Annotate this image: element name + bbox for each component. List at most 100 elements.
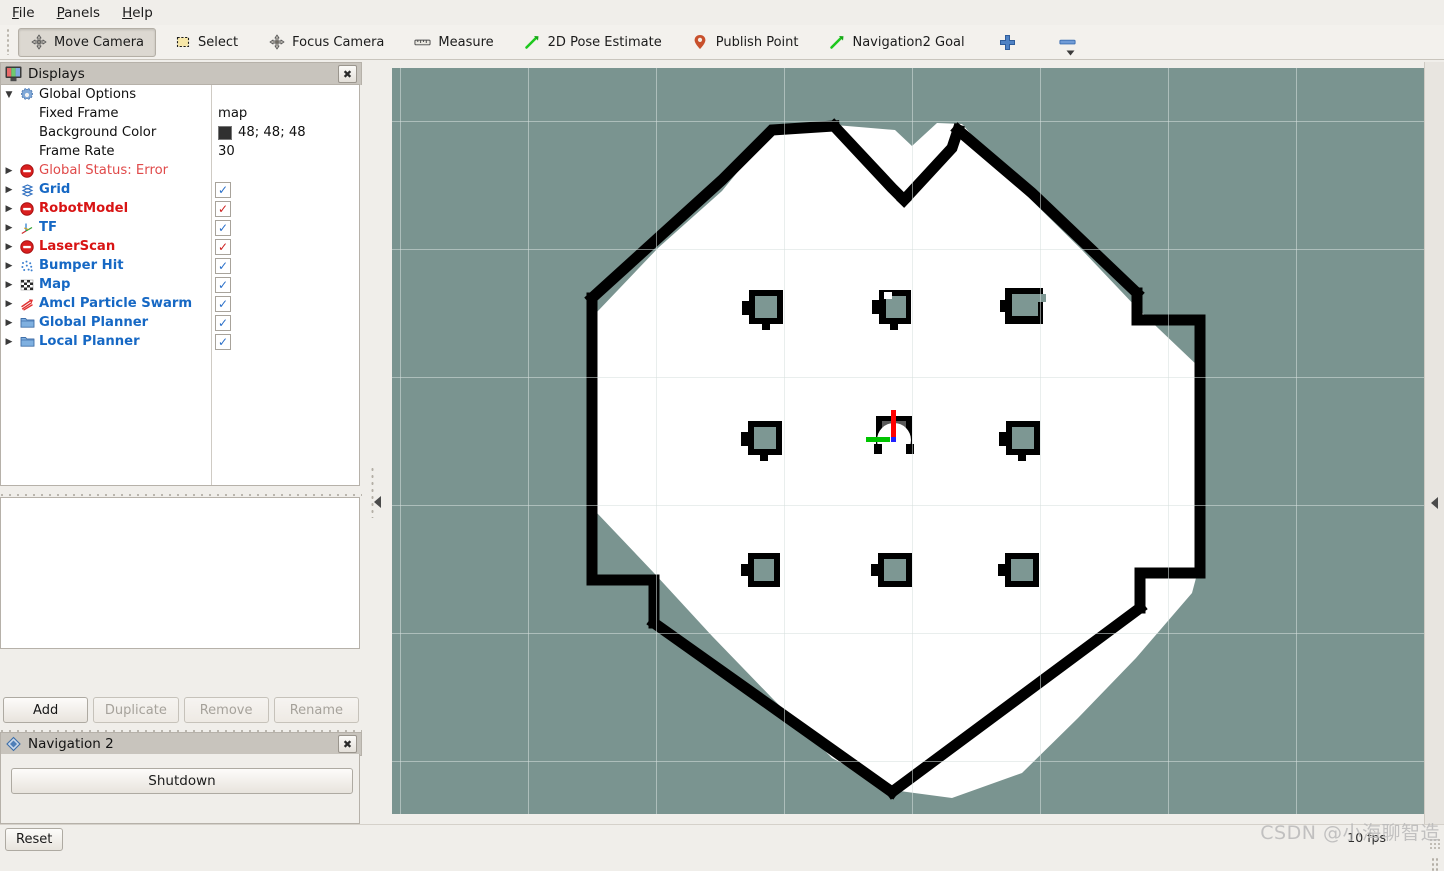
resize-grip[interactable] xyxy=(1429,838,1441,850)
tool-focus-camera[interactable]: Focus Camera xyxy=(256,28,396,57)
add-tool-button[interactable] xyxy=(990,28,1025,57)
chevron-right-icon[interactable] xyxy=(1,280,17,290)
focus-camera-icon xyxy=(268,34,285,51)
color-swatch[interactable] xyxy=(218,125,232,140)
rename-button[interactable]: Rename xyxy=(273,697,359,723)
chevron-right-icon[interactable] xyxy=(1,204,17,214)
tree-row-bumper-hit[interactable]: Bumper Hit ✓ xyxy=(1,256,359,275)
tree-row-background-color[interactable]: Background Color 48; 48; 48 xyxy=(1,123,359,142)
duplicate-button[interactable]: Duplicate xyxy=(93,697,179,723)
fps-indicator: 10 fps xyxy=(1347,830,1386,845)
tree-row-label: Global Planner xyxy=(39,315,149,330)
reset-button[interactable]: Reset xyxy=(5,828,64,851)
chevron-right-icon[interactable] xyxy=(1,261,17,271)
chevron-right-icon[interactable] xyxy=(1,318,17,328)
right-dock-splitter[interactable] xyxy=(1424,62,1444,871)
collapse-right-arrow-icon[interactable] xyxy=(1431,497,1438,509)
chevron-right-icon[interactable] xyxy=(1,223,17,233)
tool-measure[interactable]: Measure xyxy=(402,28,505,57)
tree-row-global-options[interactable]: Global Options xyxy=(1,85,359,104)
remove-button[interactable]: Remove xyxy=(183,697,269,723)
monitor-icon xyxy=(5,66,22,82)
map-grid-icon xyxy=(17,278,37,292)
tree-row-label: Grid xyxy=(39,182,71,197)
toolbar-drag-grip[interactable] xyxy=(4,29,13,55)
tree-row-frame-rate[interactable]: Frame Rate 30 xyxy=(1,142,359,161)
tree-row-map[interactable]: Map ✓ xyxy=(1,275,359,294)
tree-row-fixed-frame[interactable]: Fixed Frame map xyxy=(1,104,359,123)
tree-row-label: Background Color xyxy=(39,125,157,140)
chevron-down-icon[interactable] xyxy=(1,90,17,100)
tree-row-laserscan[interactable]: LaserScan ✓ xyxy=(1,237,359,256)
tool-select[interactable]: Select xyxy=(162,28,250,57)
bumper-hit-checkbox[interactable]: ✓ xyxy=(215,258,231,274)
axes-icon xyxy=(17,221,37,235)
collapse-left-arrow-icon[interactable] xyxy=(374,496,381,508)
tree-row-label: Frame Rate xyxy=(39,144,115,159)
shutdown-button[interactable]: Shutdown xyxy=(11,768,353,794)
chevron-right-icon[interactable] xyxy=(1,337,17,347)
error-icon xyxy=(17,239,37,254)
fixed-frame-value[interactable]: map xyxy=(218,104,247,123)
error-icon xyxy=(17,163,37,178)
render-viewport-3d[interactable] xyxy=(392,68,1424,814)
tree-row-amcl-particle-swarm[interactable]: Amcl Particle Swarm ✓ xyxy=(1,294,359,313)
tool-2d-pose-estimate[interactable]: 2D Pose Estimate xyxy=(512,28,674,57)
displays-tree[interactable]: Global Options Fixed Frame map Backgroun… xyxy=(0,84,360,486)
map-free-space xyxy=(592,123,1203,798)
rviz2-window: FFileile Panels Help Move Camera Select xyxy=(0,0,1444,871)
nav2-horizontal-splitter[interactable] xyxy=(0,724,362,732)
tool-move-camera[interactable]: Move Camera xyxy=(18,27,157,57)
menu-file[interactable]: FFileile xyxy=(2,3,45,23)
tree-row-local-planner[interactable]: Local Planner ✓ xyxy=(1,332,359,351)
tree-row-label: Global Status: Error xyxy=(39,163,169,178)
add-button[interactable]: Add xyxy=(3,697,89,723)
laserscan-checkbox[interactable]: ✓ xyxy=(215,239,231,255)
close-icon[interactable]: ✖ xyxy=(338,735,357,753)
background-color-value[interactable]: 48; 48; 48 xyxy=(218,123,306,142)
tool-label: Navigation2 Goal xyxy=(852,34,965,50)
pointcloud-icon xyxy=(17,259,37,273)
displays-horizontal-splitter[interactable] xyxy=(0,488,362,497)
tree-row-global-planner[interactable]: Global Planner ✓ xyxy=(1,313,359,332)
grid-icon xyxy=(17,183,37,197)
dock-splitter-handle[interactable] xyxy=(364,62,390,824)
gear-icon xyxy=(17,87,37,102)
frame-rate-value[interactable]: 30 xyxy=(218,142,235,161)
tf-checkbox[interactable]: ✓ xyxy=(215,220,231,236)
menu-help[interactable]: Help xyxy=(112,3,163,23)
tool-label: Measure xyxy=(438,34,494,50)
close-icon[interactable]: ✖ xyxy=(338,65,357,83)
plus-icon xyxy=(999,34,1016,51)
chevron-down-icon[interactable] xyxy=(1066,45,1075,60)
robotmodel-checkbox[interactable]: ✓ xyxy=(215,201,231,217)
tree-row-label: Bumper Hit xyxy=(39,258,124,273)
amcl-particle-swarm-checkbox[interactable]: ✓ xyxy=(215,296,231,312)
chevron-right-icon[interactable] xyxy=(1,299,17,309)
map-checkbox[interactable]: ✓ xyxy=(215,277,231,293)
menu-panels[interactable]: Panels xyxy=(47,3,110,23)
local-planner-checkbox[interactable]: ✓ xyxy=(215,334,231,350)
background-color-text: 48; 48; 48 xyxy=(238,125,306,140)
displays-panel-title: Displays xyxy=(28,66,85,82)
tree-row-global-status[interactable]: Global Status: Error xyxy=(1,161,359,180)
pose-arrow-icon xyxy=(828,34,845,51)
tree-row-label: Local Planner xyxy=(39,334,140,349)
global-planner-checkbox[interactable]: ✓ xyxy=(215,315,231,331)
measure-icon xyxy=(414,34,431,51)
pose-arrow-icon xyxy=(524,34,541,51)
status-bar: Reset 10 fps xyxy=(0,824,1444,852)
grid-checkbox[interactable]: ✓ xyxy=(215,182,231,198)
chevron-right-icon[interactable] xyxy=(1,242,17,252)
chevron-right-icon[interactable] xyxy=(1,185,17,195)
pose-array-icon xyxy=(17,297,37,311)
tree-row-label: Fixed Frame xyxy=(39,106,119,121)
tree-row-tf[interactable]: TF ✓ xyxy=(1,218,359,237)
tree-row-grid[interactable]: Grid ✓ xyxy=(1,180,359,199)
pillar xyxy=(1000,288,1046,324)
tool-navigation2-goal[interactable]: Navigation2 Goal xyxy=(816,28,976,57)
remove-tool-button[interactable] xyxy=(1050,28,1085,57)
tree-row-robotmodel[interactable]: RobotModel ✓ xyxy=(1,199,359,218)
tool-publish-point[interactable]: Publish Point xyxy=(680,28,811,57)
chevron-right-icon[interactable] xyxy=(1,166,17,176)
